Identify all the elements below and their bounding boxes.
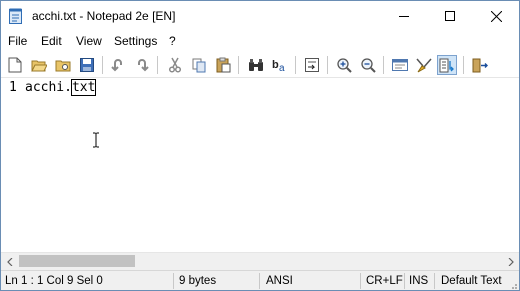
toolbar-separator <box>157 56 158 74</box>
open-file-button[interactable] <box>29 55 49 75</box>
copy-icon <box>192 58 205 72</box>
find-binoculars-icon <box>249 59 263 71</box>
window-title: acchi.txt - Notepad 2e [EN] <box>32 9 176 23</box>
scroll-left-button[interactable] <box>1 253 18 270</box>
exit-door-icon <box>472 58 488 72</box>
svg-text:b: b <box>272 59 279 71</box>
toolbar-separator <box>238 56 239 74</box>
scroll-left-icon <box>6 257 12 266</box>
zoom-out-button[interactable] <box>358 55 378 75</box>
resize-grip-icon[interactable] <box>508 280 518 290</box>
goto-line-icon <box>305 58 319 72</box>
word-wrap-icon <box>439 58 454 72</box>
exit-button[interactable] <box>470 55 490 75</box>
word-wrap-button[interactable] <box>437 55 457 75</box>
toolbar: ba <box>1 52 519 78</box>
menu-edit[interactable]: Edit <box>41 34 62 48</box>
toolbar-separator <box>327 56 328 74</box>
status-bar: Ln 1 : 1 Col 9 Sel 0 9 bytes ANSI CR+LF … <box>1 270 519 290</box>
redo-button[interactable] <box>132 55 152 75</box>
customize-schemes-button[interactable] <box>414 55 434 75</box>
scroll-right-icon <box>508 257 514 266</box>
status-separator <box>360 273 361 289</box>
new-file-icon <box>8 57 22 73</box>
zoom-out-icon <box>360 57 376 73</box>
scroll-right-button[interactable] <box>502 253 519 270</box>
menu-help[interactable]: ? <box>169 34 176 48</box>
scrollbar-thumb[interactable] <box>19 255 135 267</box>
status-position: Ln 1 : 1 Col 9 Sel 0 <box>5 275 103 287</box>
paste-button[interactable] <box>213 55 233 75</box>
status-file-size: 9 bytes <box>179 275 217 287</box>
browse-folder-icon <box>55 60 71 72</box>
new-file-button[interactable] <box>5 55 25 75</box>
toolbar-separator <box>463 56 464 74</box>
goto-button[interactable] <box>302 55 322 75</box>
customize-brush-icon <box>416 58 432 72</box>
status-insert-mode[interactable]: INS <box>409 275 428 287</box>
status-separator <box>404 273 405 289</box>
schemes-window-icon <box>392 59 408 71</box>
toolbar-separator <box>295 56 296 74</box>
status-encoding[interactable]: ANSI <box>266 275 293 287</box>
menu-view[interactable]: View <box>76 34 102 48</box>
cut-scissors-icon <box>168 57 182 73</box>
horizontal-scrollbar[interactable] <box>1 252 519 270</box>
zoom-in-icon <box>336 57 352 73</box>
menu-settings[interactable]: Settings <box>114 34 157 48</box>
replace-button[interactable]: ba <box>270 55 290 75</box>
find-button[interactable] <box>246 55 266 75</box>
open-folder-icon <box>31 60 47 72</box>
status-scheme[interactable]: Default Text <box>441 275 502 287</box>
redo-icon <box>138 59 149 72</box>
save-disk-icon <box>80 58 94 72</box>
close-button[interactable] <box>473 1 519 31</box>
title-bar: acchi.txt - Notepad 2e [EN] <box>1 1 519 31</box>
minimize-button[interactable] <box>381 1 427 31</box>
line-number: 1 <box>9 80 17 95</box>
editor-line-1[interactable]: acchi.txt <box>25 79 97 96</box>
editor-selected-text: txt <box>70 79 97 96</box>
status-separator <box>434 273 435 289</box>
notepad-app-icon[interactable] <box>9 8 22 24</box>
close-icon <box>490 10 502 22</box>
text-cursor-icon <box>92 132 100 148</box>
maximize-icon <box>445 11 455 21</box>
paste-clipboard-icon <box>216 57 230 73</box>
toolbar-separator <box>383 56 384 74</box>
browse-button[interactable] <box>53 55 73 75</box>
zoom-in-button[interactable] <box>334 55 354 75</box>
copy-button[interactable] <box>189 55 209 75</box>
cut-button[interactable] <box>165 55 185 75</box>
replace-icon: ba <box>272 59 285 72</box>
maximize-button[interactable] <box>427 1 473 31</box>
notepad-window: acchi.txt - Notepad 2e [EN] File Edit Vi… <box>0 0 520 291</box>
svg-text:a: a <box>279 63 285 72</box>
undo-button[interactable] <box>108 55 128 75</box>
text-editor[interactable]: 1 acchi.txt <box>1 78 519 252</box>
status-separator <box>259 273 260 289</box>
schemes-button[interactable] <box>390 55 410 75</box>
editor-text: acchi. <box>25 80 72 95</box>
menu-file[interactable]: File <box>8 34 27 48</box>
minimize-icon <box>399 16 409 17</box>
toolbar-separator <box>102 56 103 74</box>
menu-bar: File Edit View Settings ? <box>1 31 519 51</box>
status-separator <box>173 273 174 289</box>
save-button[interactable] <box>77 55 97 75</box>
status-line-ending[interactable]: CR+LF <box>366 275 403 287</box>
undo-icon <box>111 59 122 72</box>
